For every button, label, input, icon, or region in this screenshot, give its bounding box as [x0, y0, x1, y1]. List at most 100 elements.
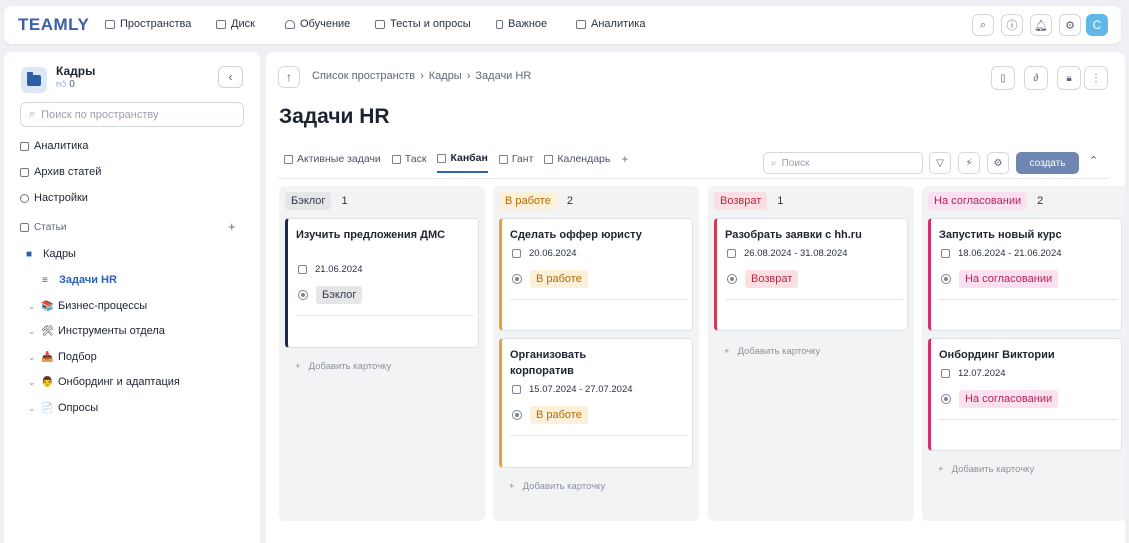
bookmark-icon: [496, 19, 503, 29]
kanban-icon: [437, 153, 447, 163]
card-status[interactable]: Бэклог: [298, 286, 363, 304]
space-search-input[interactable]: ⌕ Поиск по пространству: [20, 102, 244, 127]
notifications-button[interactable]: 🔔︎: [1030, 14, 1052, 36]
likes-count: 0: [69, 79, 75, 90]
articles-section[interactable]: Статьи: [20, 222, 66, 233]
sidebar-link-settings[interactable]: Настройки: [20, 192, 88, 204]
status-icon: [941, 394, 951, 404]
sidebar-link-archive[interactable]: Архив статей: [20, 166, 101, 178]
tree-item-onboarding[interactable]: ⌄ 👨 Онбординг и адаптация: [28, 376, 180, 388]
collapse-sidebar-button[interactable]: ‹: [218, 66, 243, 88]
card-date-text: 20.06.2024: [529, 248, 577, 259]
nav-spaces[interactable]: Пространства: [105, 18, 191, 30]
card-date-text: 21.06.2024: [315, 264, 363, 275]
nav-tests[interactable]: Тесты и опросы: [375, 18, 471, 30]
card-status[interactable]: В работе: [512, 406, 588, 424]
sidebar-link-analytics[interactable]: Аналитика: [20, 140, 88, 152]
nav-important[interactable]: Важное: [496, 18, 547, 30]
tree-item-hr-tasks[interactable]: ≡ Задачи HR: [42, 274, 117, 286]
tab-kanban[interactable]: Канбан: [437, 152, 488, 173]
kanban-card[interactable]: Запустить новый курс 18.06.2024 - 21.06.…: [928, 218, 1122, 331]
tab-label: Активные задачи: [297, 153, 381, 165]
add-card-button[interactable]: + Добавить карточку: [295, 361, 391, 372]
kanban-card[interactable]: Изучить предложения ДМС 21.06.2024 Бэкло…: [285, 218, 479, 348]
tree-item-label: Онбординг и адаптация: [58, 376, 180, 388]
add-card-label: Добавить карточку: [951, 464, 1035, 475]
chevron-up-icon: ⌃: [1089, 155, 1099, 167]
add-view-button[interactable]: +: [621, 152, 628, 173]
column-status-badge[interactable]: Возврат: [714, 192, 768, 210]
kanban-card[interactable]: Организовать корпоратив 15.07.2024 - 27.…: [499, 338, 693, 468]
copy-link-button[interactable]: ∂: [1024, 66, 1048, 90]
filter-icon: ▽: [936, 157, 944, 169]
column-status-badge[interactable]: Бэклог: [285, 192, 332, 210]
add-card-button[interactable]: + Добавить карточку: [509, 481, 605, 492]
filter-button[interactable]: ▽: [929, 152, 951, 174]
avatar[interactable]: C: [1086, 14, 1108, 36]
tab-gantt[interactable]: Гант: [498, 152, 533, 173]
tree-item-hiring[interactable]: ⌄ 📥 Подбор: [28, 351, 97, 363]
nav-spaces-label: Пространства: [120, 18, 192, 30]
tab-active-tasks[interactable]: Активные задачи: [284, 152, 381, 173]
board-settings-button[interactable]: ⚙: [987, 152, 1009, 174]
search-icon: ⌕: [979, 18, 987, 31]
more-button[interactable]: ⋮: [1084, 66, 1108, 90]
space-likes[interactable]: 👍︎ 0: [56, 78, 75, 90]
go-up-button[interactable]: ↑: [278, 66, 300, 88]
status-badge: На согласовании: [959, 270, 1059, 288]
column-status-badge[interactable]: На согласовании: [928, 192, 1028, 210]
tree-item-business[interactable]: ⌄ 📚 Бизнес-процессы: [28, 300, 147, 312]
collapse-toolbar-button[interactable]: ⌃: [1089, 154, 1098, 167]
arrow-up-icon: ↑: [286, 70, 292, 84]
column-header: Возврат 1: [714, 192, 783, 210]
tab-calendar[interactable]: Календарь: [544, 152, 610, 173]
access-button[interactable]: 🔒︎: [1057, 66, 1081, 90]
chevron-down-icon: ⌄: [28, 325, 36, 336]
lightning-icon: ⚡︎: [965, 157, 973, 169]
tree-item-tools[interactable]: ⌄ 🛠 Инструменты отдела: [28, 325, 165, 337]
card-status[interactable]: Возврат: [727, 270, 799, 288]
tree-item-surveys[interactable]: ⌄ 📄 Опросы: [28, 402, 98, 414]
board-search-input[interactable]: ⌕ Поиск: [763, 152, 923, 174]
create-button[interactable]: создать: [1016, 152, 1079, 174]
space-title[interactable]: Кадры: [56, 64, 95, 78]
tab-label: Календарь: [557, 153, 611, 165]
status-icon: [512, 274, 522, 284]
articles-label: Статьи: [34, 222, 67, 233]
kanban-card[interactable]: Разобрать заявки с hh.ru 26.08.2024 - 31…: [714, 218, 908, 331]
automation-button[interactable]: ⚡︎: [958, 152, 980, 174]
card-status[interactable]: В работе: [512, 270, 588, 288]
chevron-down-icon: ⌄: [28, 402, 36, 413]
settings-button[interactable]: ⚙: [1059, 14, 1081, 36]
more-vertical-icon: ⋮: [1091, 72, 1101, 84]
app-logo[interactable]: TEAMLY: [18, 15, 89, 35]
tab-task[interactable]: Таск: [391, 152, 426, 173]
bookmark-button[interactable]: ▯: [991, 66, 1015, 90]
add-card-button[interactable]: + Добавить карточку: [724, 346, 820, 357]
kanban-card[interactable]: Сделать оффер юристу 20.06.2024 В работе: [499, 218, 693, 331]
info-button[interactable]: ⓘ: [1001, 14, 1023, 36]
plus-icon: +: [295, 361, 301, 372]
tree-item-kadry[interactable]: ■ Кадры: [26, 248, 76, 260]
card-status[interactable]: На согласовании: [941, 270, 1059, 288]
kanban-card[interactable]: Онбординг Виктории 12.07.2024 На согласо…: [928, 338, 1122, 451]
search-placeholder: Поиск по пространству: [41, 108, 159, 121]
breadcrumb-spaces[interactable]: Список пространств: [312, 70, 415, 82]
nav-analytics[interactable]: Аналитика: [576, 18, 645, 30]
breadcrumb-space[interactable]: Кадры: [429, 70, 462, 82]
nav-learning[interactable]: Обучение: [285, 18, 350, 30]
nav-disk-label: Диск: [231, 18, 255, 30]
search-button[interactable]: ⌕: [972, 14, 994, 36]
tab-label: Канбан: [450, 152, 488, 164]
nav-disk[interactable]: Диск: [216, 18, 255, 30]
spaces-icon: [105, 19, 115, 29]
card-date-text: 15.07.2024 - 27.07.2024: [529, 384, 633, 395]
column-status-badge[interactable]: В работе: [499, 192, 557, 210]
sidebar-link-label: Настройки: [34, 192, 88, 204]
add-card-button[interactable]: + Добавить карточку: [938, 464, 1034, 475]
inbox-icon: 📥: [41, 351, 54, 363]
add-article-button[interactable]: +: [228, 219, 236, 234]
card-status[interactable]: На согласовании: [941, 390, 1059, 408]
card-divider: [939, 299, 1117, 300]
document-icon: 📄: [41, 402, 54, 414]
